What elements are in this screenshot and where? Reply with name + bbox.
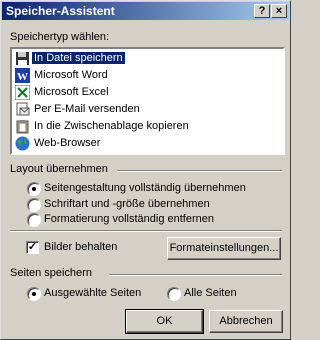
radio-selected-pages[interactable]: [27, 287, 41, 301]
save-assistant-dialog: Speicher-Assistent ? × Speichertyp wähle…: [0, 0, 291, 340]
radio-all-pages-label[interactable]: Alle Seiten: [184, 287, 237, 299]
list-item-save-to-file[interactable]: In Datei speichern: [15, 50, 279, 67]
list-item-microsoft-word[interactable]: W Microsoft Word: [15, 67, 279, 84]
list-item-microsoft-excel[interactable]: Microsoft Excel: [15, 84, 279, 101]
word-icon: W: [15, 68, 30, 83]
ok-button[interactable]: OK: [125, 309, 204, 334]
list-item-label: Microsoft Excel: [34, 86, 109, 98]
list-item-label: In die Zwischenablage kopieren: [34, 120, 189, 132]
clipboard-icon: [16, 120, 29, 134]
layout-group-divider: [117, 170, 282, 172]
list-item-label: Per E-Mail versenden: [34, 103, 140, 115]
floppy-disk-icon: [16, 52, 29, 65]
format-settings-button[interactable]: Formateinstellungen...: [167, 237, 281, 260]
list-item-label: Web-Browser: [34, 137, 101, 149]
close-button[interactable]: ×: [271, 4, 287, 18]
radio-remove-formatting-label[interactable]: Formatierung vollständig entfernen: [44, 213, 214, 225]
list-item-label: Microsoft Word: [34, 69, 108, 81]
layout-group-label: Layout übernehmen: [10, 163, 108, 175]
pages-group-divider: [109, 274, 282, 276]
radio-selected-pages-label[interactable]: Ausgewählte Seiten: [44, 287, 141, 299]
list-item-send-email[interactable]: Per E-Mail versenden: [15, 101, 279, 118]
title-bar[interactable]: Speicher-Assistent ? ×: [2, 2, 289, 20]
keep-images-checkbox[interactable]: ✓: [26, 241, 39, 254]
radio-remove-formatting[interactable]: [27, 213, 41, 227]
excel-icon: [15, 85, 30, 100]
radio-font-size[interactable]: [27, 198, 41, 212]
cancel-button[interactable]: Abbrechen: [209, 310, 283, 333]
pages-group-label: Seiten speichern: [10, 267, 92, 279]
radio-font-size-label[interactable]: Schriftart und -größe übernehmen: [44, 198, 210, 210]
list-item-web-browser[interactable]: Web-Browser: [15, 135, 279, 152]
storage-type-list[interactable]: In Datei speichern W Microsoft Word Micr…: [10, 47, 285, 155]
svg-text:W: W: [17, 71, 28, 83]
list-item-label: In Datei speichern: [31, 51, 126, 65]
radio-all-pages[interactable]: [167, 287, 181, 301]
help-button[interactable]: ?: [254, 4, 270, 18]
keep-images-label[interactable]: Bilder behalten: [44, 241, 117, 253]
dialog-title: Speicher-Assistent: [6, 4, 115, 18]
storage-type-label: Speichertyp wählen:: [10, 31, 110, 43]
radio-page-layout[interactable]: [27, 182, 41, 196]
email-icon: [16, 102, 30, 116]
globe-icon: [15, 136, 30, 151]
radio-page-layout-label[interactable]: Seitengestaltung vollständig übernehmen: [44, 182, 246, 194]
list-item-copy-clipboard[interactable]: In die Zwischenablage kopieren: [15, 118, 279, 135]
divider: [10, 230, 282, 232]
